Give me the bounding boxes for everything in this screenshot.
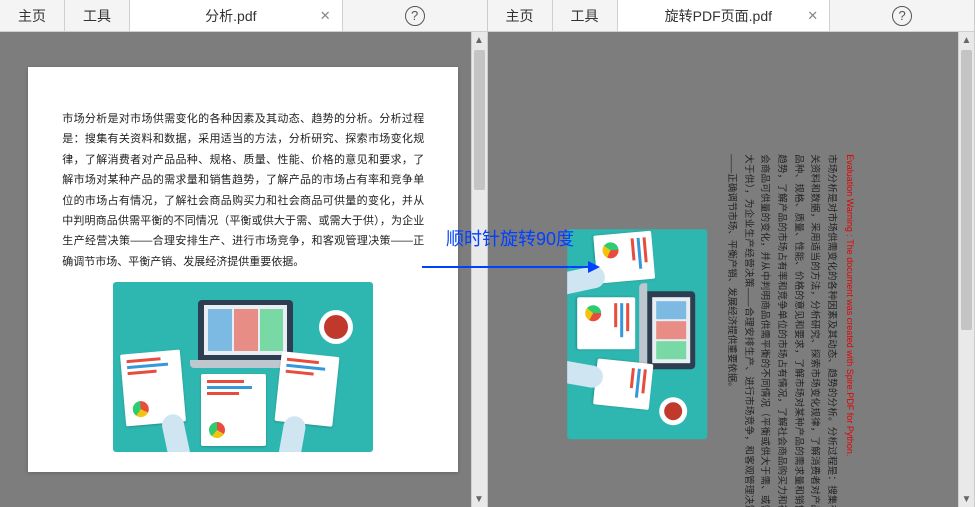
page-illustration	[113, 282, 373, 452]
close-icon[interactable]: ✕	[807, 8, 821, 22]
scroll-up-icon[interactable]: ▲	[472, 32, 487, 48]
scroll-down-icon[interactable]: ▼	[472, 491, 487, 507]
document-tab-label: 分析.pdf	[205, 6, 256, 26]
tools-tab[interactable]: 工具	[65, 0, 130, 31]
page-paragraph: 市场分析是对市场供需变化的各种因素及其动态、趋势的分析。分析过程是：搜集有关资料…	[62, 109, 424, 272]
document-tab[interactable]: 分析.pdf ✕	[130, 0, 343, 31]
scroll-down-icon[interactable]: ▼	[959, 491, 974, 507]
pdf-page: 市场分析是对市场供需变化的各种因素及其动态、趋势的分析。分析过程是：搜集有关资料…	[28, 67, 458, 472]
left-toolbar: 主页 工具 分析.pdf ✕ ?	[0, 0, 487, 32]
app-container: 主页 工具 分析.pdf ✕ ? 市场分析是对市场供需变化的各种因素及其动态、趋…	[0, 0, 975, 507]
scroll-thumb[interactable]	[474, 50, 485, 190]
scroll-thumb[interactable]	[961, 50, 972, 330]
help-tab[interactable]: ?	[830, 0, 974, 31]
right-pane: 主页 工具 旋转PDF页面.pdf ✕ ? Evaluation Warning…	[488, 0, 975, 507]
left-pane: 主页 工具 分析.pdf ✕ ? 市场分析是对市场供需变化的各种因素及其动态、趋…	[0, 0, 488, 507]
document-tab[interactable]: 旋转PDF页面.pdf ✕	[618, 0, 831, 31]
evaluation-warning: Evaluation Warning : The document was cr…	[845, 155, 855, 507]
home-tab[interactable]: 主页	[0, 0, 65, 31]
tools-tab[interactable]: 工具	[553, 0, 618, 31]
help-icon: ?	[892, 6, 912, 26]
right-scrollbar[interactable]: ▲ ▼	[958, 32, 974, 507]
document-tab-label: 旋转PDF页面.pdf	[665, 6, 772, 26]
right-toolbar: 主页 工具 旋转PDF页面.pdf ✕ ?	[488, 0, 975, 32]
help-tab[interactable]: ?	[343, 0, 487, 31]
home-tab[interactable]: 主页	[488, 0, 553, 31]
rotated-page-content: Evaluation Warning : The document was cr…	[567, 155, 855, 507]
close-icon[interactable]: ✕	[320, 8, 334, 22]
left-scrollbar[interactable]: ▲ ▼	[471, 32, 487, 507]
page-paragraph: 市场分析是对市场供需变化的各种因素及其动态、趋势的分析。分析过程是：搜集有关资料…	[723, 155, 839, 507]
page-illustration	[567, 230, 707, 440]
left-viewport: 市场分析是对市场供需变化的各种因素及其动态、趋势的分析。分析过程是：搜集有关资料…	[0, 32, 487, 507]
help-icon: ?	[405, 6, 425, 26]
scroll-up-icon[interactable]: ▲	[959, 32, 974, 48]
right-viewport: Evaluation Warning : The document was cr…	[488, 32, 975, 507]
